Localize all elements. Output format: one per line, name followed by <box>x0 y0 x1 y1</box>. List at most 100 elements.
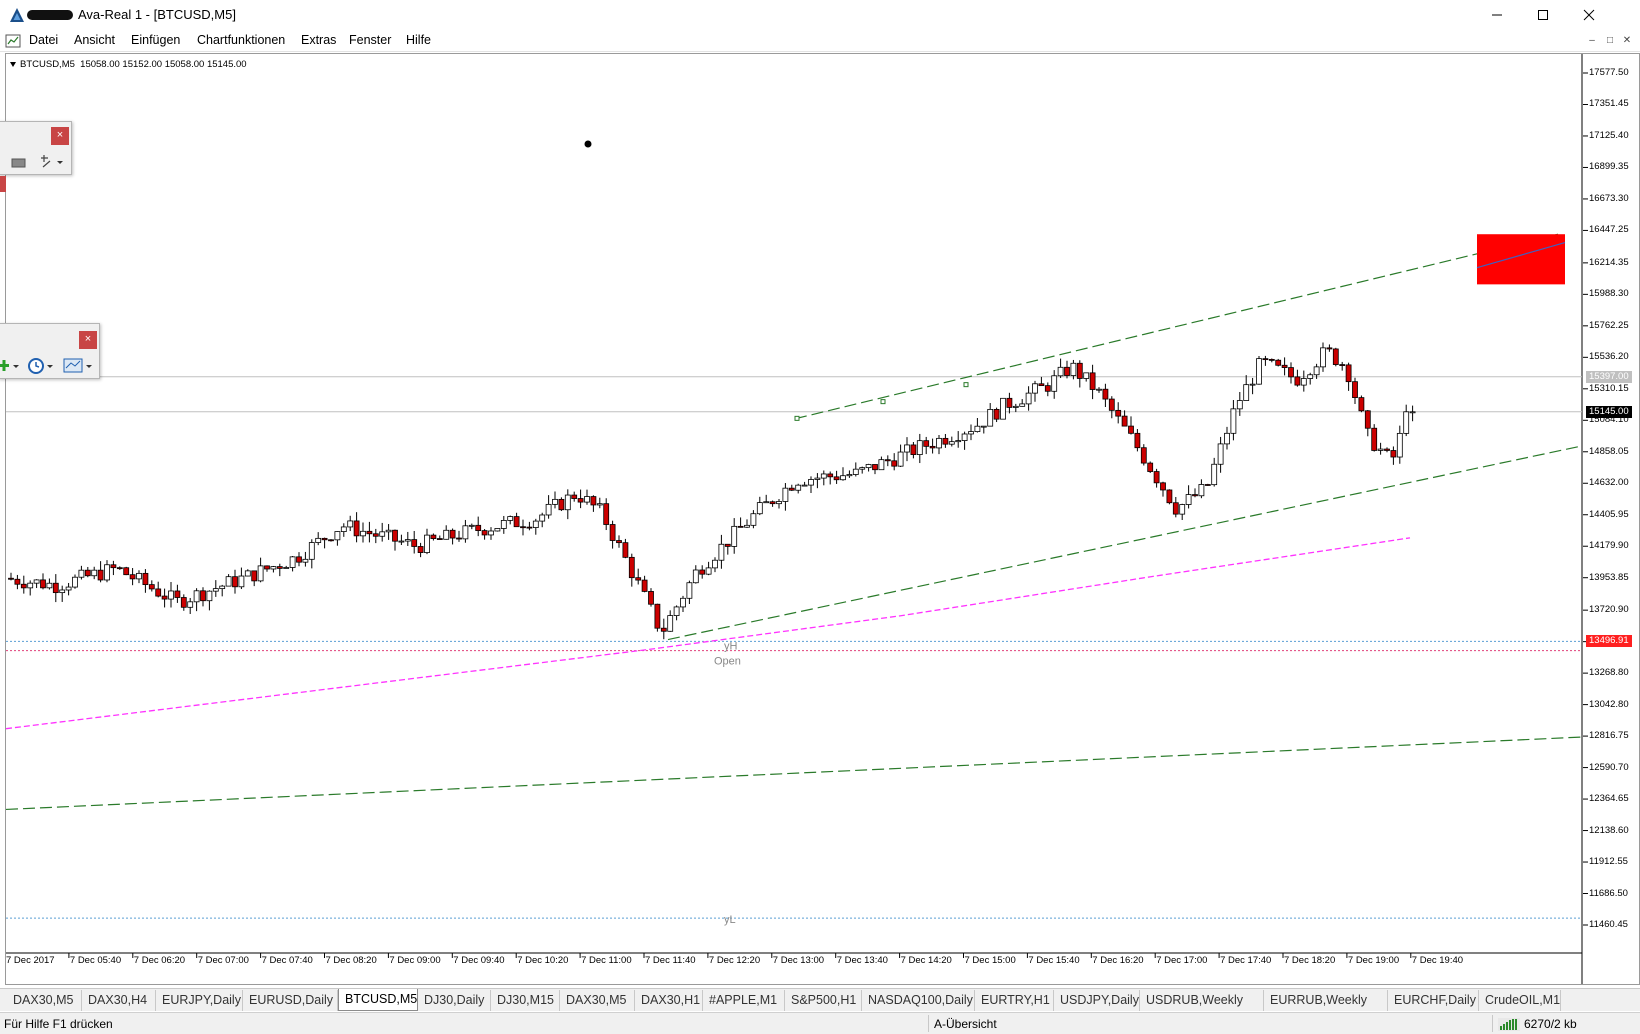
menu-fenster[interactable]: Fenster <box>349 33 391 47</box>
toolbar-close-button-2[interactable]: × <box>79 331 97 349</box>
candle-body[interactable] <box>980 425 987 428</box>
candle-body[interactable] <box>411 539 418 547</box>
candle-body[interactable] <box>1153 471 1160 484</box>
candle-body[interactable] <box>1140 447 1147 464</box>
candle-body[interactable] <box>584 496 590 503</box>
mdi-restore-button[interactable]: □ <box>1603 34 1617 48</box>
chart-tab[interactable]: #APPLE,M1 <box>703 990 785 1011</box>
candle-body[interactable] <box>456 537 462 540</box>
candle-body[interactable] <box>1371 427 1378 451</box>
candle-body[interactable] <box>1256 358 1262 385</box>
candle-body[interactable] <box>852 468 859 475</box>
candle-body[interactable] <box>1352 381 1358 399</box>
candle-body[interactable] <box>1217 443 1224 465</box>
candle-body[interactable] <box>296 556 302 563</box>
candle-body[interactable] <box>507 516 514 521</box>
candle-body[interactable] <box>1102 388 1109 400</box>
candle-body[interactable] <box>1345 364 1352 383</box>
candle-body[interactable] <box>1307 374 1314 379</box>
chart-tab[interactable]: NASDAQ100,Daily <box>862 990 975 1011</box>
close-button[interactable] <box>1566 0 1612 30</box>
candle-body[interactable] <box>1051 375 1058 392</box>
chart-tab[interactable]: EURRUB,Weekly <box>1264 990 1388 1011</box>
candle-body[interactable] <box>1179 504 1186 515</box>
candle-body[interactable] <box>795 484 802 491</box>
candle-body[interactable] <box>59 589 66 594</box>
candle-body[interactable] <box>942 437 949 445</box>
candle-body[interactable] <box>788 487 795 491</box>
candle-body[interactable] <box>667 615 674 632</box>
candle-body[interactable] <box>731 525 738 547</box>
candle-body[interactable] <box>72 576 78 588</box>
candle-body[interactable] <box>955 440 962 443</box>
candle-body[interactable] <box>148 584 155 590</box>
candle-body[interactable] <box>424 534 430 553</box>
candle-body[interactable] <box>353 520 360 537</box>
candle-body[interactable] <box>1000 397 1006 420</box>
candle-body[interactable] <box>78 569 85 578</box>
candle-body[interactable] <box>545 503 552 516</box>
candle-body[interactable] <box>718 543 725 561</box>
candle-body[interactable] <box>1083 372 1090 379</box>
candle-body[interactable] <box>289 556 296 568</box>
candle-body[interactable] <box>827 473 834 478</box>
candle-body[interactable] <box>648 591 654 605</box>
candle-body[interactable] <box>603 503 610 525</box>
candle-body[interactable] <box>1076 362 1083 379</box>
candle-body[interactable] <box>193 590 200 603</box>
minimize-button[interactable] <box>1474 0 1520 30</box>
chart-tab[interactable]: EURTRY,H1 <box>975 990 1054 1011</box>
chart-tab[interactable]: BTCUSD,M5 <box>338 989 418 1011</box>
candle-body[interactable] <box>699 569 706 575</box>
trendline-handle[interactable] <box>794 415 800 421</box>
candle-body[interactable] <box>641 579 648 592</box>
connection-status-icon[interactable] <box>1498 1018 1520 1031</box>
candle-body[interactable] <box>270 566 277 570</box>
candle-body[interactable] <box>1377 448 1384 451</box>
candle-body[interactable] <box>782 487 789 502</box>
candle-body[interactable] <box>315 537 322 543</box>
candle-body[interactable] <box>136 572 142 580</box>
candle-body[interactable] <box>481 530 488 536</box>
candle-body[interactable] <box>104 564 110 581</box>
candle-body[interactable] <box>475 524 482 531</box>
chart-tab[interactable]: S&P500,H1 <box>785 990 862 1011</box>
candle-body[interactable] <box>174 590 181 598</box>
candle-body[interactable] <box>1320 347 1326 368</box>
candle-body[interactable] <box>1096 388 1102 391</box>
candle-body[interactable] <box>168 590 174 600</box>
candle-body[interactable] <box>347 520 354 528</box>
candle-body[interactable] <box>1044 385 1051 392</box>
candle-body[interactable] <box>187 601 194 608</box>
candle-body[interactable] <box>1326 347 1333 350</box>
candle-body[interactable] <box>756 502 763 515</box>
candle-body[interactable] <box>321 537 328 541</box>
floating-toolbar-charts[interactable]: × <box>0 323 100 379</box>
candle-body[interactable] <box>244 570 251 577</box>
candle-body[interactable] <box>1166 489 1173 504</box>
candle-body[interactable] <box>1300 378 1307 386</box>
candle-body[interactable] <box>251 570 258 582</box>
candle-body[interactable] <box>1115 409 1122 417</box>
candle-body[interactable] <box>8 577 14 580</box>
candle-body[interactable] <box>1192 494 1198 497</box>
chart-window[interactable]: yH Open yL BTCUSD,M5 15058.00 15152.00 150… <box>5 53 1640 985</box>
candle-body[interactable] <box>1313 366 1320 376</box>
candle-body[interactable] <box>20 583 27 589</box>
candle-body[interactable] <box>468 524 475 527</box>
candle-body[interactable] <box>1224 432 1230 445</box>
candle-body[interactable] <box>1294 376 1301 386</box>
candle-body[interactable] <box>379 531 386 537</box>
candle-body[interactable] <box>1121 415 1128 427</box>
candle-body[interactable] <box>334 531 341 541</box>
candle-body[interactable] <box>1409 411 1416 414</box>
candle-body[interactable] <box>1339 364 1346 366</box>
candle-body[interactable] <box>936 437 942 449</box>
candle-body[interactable] <box>1364 410 1371 429</box>
candle-body[interactable] <box>532 520 539 528</box>
candle-body[interactable] <box>961 433 968 441</box>
candle-body[interactable] <box>968 431 974 435</box>
candle-body[interactable] <box>340 526 347 532</box>
candle-body[interactable] <box>513 516 520 528</box>
candle-body[interactable] <box>500 520 507 529</box>
